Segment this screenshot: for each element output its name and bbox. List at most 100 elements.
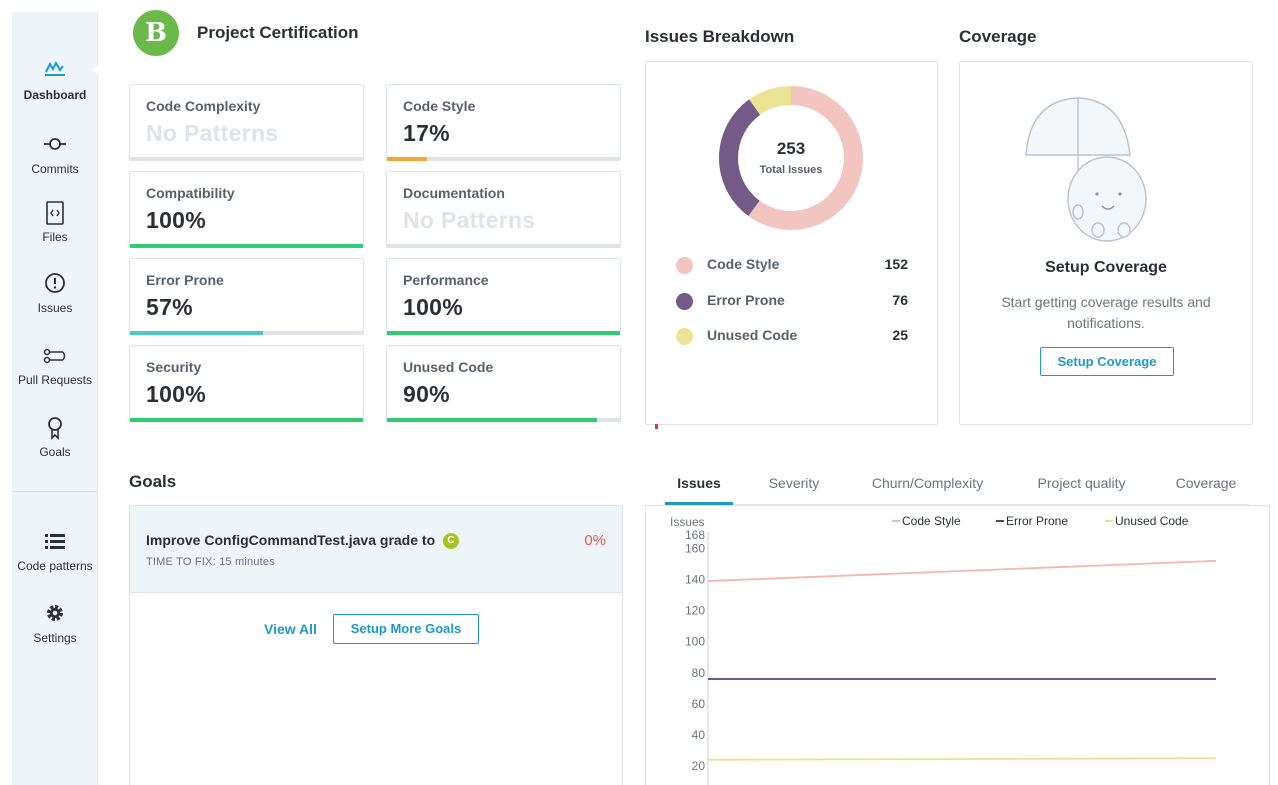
metric-card[interactable]: Compatibility 100%	[129, 171, 364, 248]
dashboard-icon	[45, 60, 65, 76]
setup-coverage-heading: Setup Coverage	[1045, 259, 1167, 276]
tab-coverage[interactable]: Coverage	[1163, 475, 1249, 505]
metric-progress-bar	[387, 157, 620, 161]
issues-line-chart-panel: Issues 20 40 60 80 100 120 140 160 168 Code Style E…	[645, 505, 1270, 785]
metric-card[interactable]: Unused Code 90%	[386, 345, 621, 422]
metric-label: Security	[146, 359, 202, 375]
legend-count: 76	[892, 292, 908, 308]
project-grade-badge: B	[133, 10, 179, 56]
issues-breakdown-title: Issues Breakdown	[645, 27, 795, 46]
legend-dot	[676, 328, 693, 345]
view-all-goals-link[interactable]: View All	[264, 621, 317, 637]
donut-slice-error-prone[interactable]	[719, 99, 761, 217]
sidebar-divider	[12, 491, 98, 492]
metric-progress-bar	[387, 331, 620, 335]
legend-item-code-style: Code Style 152	[676, 254, 908, 278]
sidebar-item-label: Dashboard	[23, 88, 87, 102]
legend-label: Unused Code	[707, 327, 798, 343]
sidebar-item-commits[interactable]: Commits	[12, 132, 98, 176]
metric-card[interactable]: Error Prone 57%	[129, 258, 364, 335]
metric-value: 57%	[146, 294, 193, 320]
setup-more-goals-button[interactable]: Setup More Goals	[333, 614, 479, 644]
commit-icon	[44, 138, 66, 150]
legend-entry-unused-code[interactable]: Unused Code	[1115, 514, 1189, 528]
red-marker	[655, 424, 658, 429]
setup-coverage-button[interactable]: Setup Coverage	[1040, 347, 1174, 376]
y-tick-label: 168	[685, 528, 705, 542]
sidebar-item-label: Issues	[37, 301, 73, 315]
sidebar-item-code-patterns[interactable]: Code patterns	[12, 529, 98, 573]
metric-progress-fill	[130, 244, 363, 248]
legend-count: 25	[892, 327, 908, 343]
coverage-description: Start getting coverage results and notif…	[1001, 294, 1211, 331]
goal-progress: 0%	[584, 532, 606, 549]
sidebar-item-issues[interactable]: Issues	[12, 271, 98, 315]
project-certification-title: Project Certification	[197, 23, 359, 42]
sidebar-item-dashboard[interactable]: Dashboard	[12, 58, 99, 102]
sidebar-item-pull-requests[interactable]: Pull Requests	[12, 343, 98, 387]
goal-ribbon-icon	[48, 417, 62, 440]
goals-panel: Improve ConfigCommandTest.java grade to …	[129, 505, 623, 785]
legend-count: 152	[884, 256, 908, 272]
y-tick-label: 60	[692, 697, 706, 711]
umbrella-illustration-icon	[1025, 97, 1147, 242]
goals-title: Goals	[129, 472, 177, 491]
metric-card[interactable]: Code Style 17%	[386, 84, 621, 161]
metric-value: No Patterns	[403, 207, 536, 233]
goal-item[interactable]: Improve ConfigCommandTest.java grade to …	[130, 506, 622, 593]
metric-card[interactable]: Code Complexity No Patterns	[129, 84, 364, 161]
total-issues-label: Total Issues	[760, 164, 823, 176]
metric-progress-fill	[387, 331, 620, 335]
sidebar-item-label: Code patterns	[17, 559, 93, 573]
sidebar-item-files[interactable]: Files	[12, 200, 98, 244]
metric-progress-bar	[130, 157, 363, 161]
total-issues-count: 253	[777, 139, 805, 158]
file-code-icon	[46, 201, 64, 225]
y-axis-label: Issues	[670, 515, 705, 529]
tab-project-quality[interactable]: Project quality	[1000, 475, 1163, 505]
active-caret	[93, 64, 99, 76]
metric-card[interactable]: Performance 100%	[386, 258, 621, 335]
metric-value: 100%	[403, 294, 464, 320]
sidebar-item-label: Goals	[39, 445, 71, 459]
legend-entry-error-prone[interactable]: Error Prone	[1006, 514, 1068, 528]
goal-grade-badge: C	[443, 533, 460, 550]
metric-progress-bar	[130, 418, 363, 422]
sidebar-item-settings[interactable]: Settings	[12, 601, 98, 645]
metric-label: Compatibility	[146, 185, 235, 201]
metric-value: 100%	[146, 207, 207, 233]
coverage-panel: Setup Coverage Start getting coverage re…	[959, 61, 1253, 425]
coverage-title: Coverage	[959, 27, 1037, 46]
metric-label: Code Style	[403, 98, 476, 114]
tab-severity[interactable]: Severity	[733, 475, 855, 505]
legend-label: Error Prone	[707, 292, 785, 308]
tab-issues[interactable]: Issues	[665, 475, 733, 505]
gear-icon	[47, 605, 63, 621]
metric-progress-bar	[130, 244, 363, 248]
y-tick-label: 20	[692, 759, 706, 773]
pull-request-icon	[43, 348, 66, 364]
tab-churn-complexity[interactable]: Churn/Complexity	[855, 475, 1000, 505]
y-tick-label: 140	[685, 573, 705, 587]
metric-label: Unused Code	[403, 359, 494, 375]
goal-title-text: Improve ConfigCommandTest.java grade to	[146, 532, 436, 548]
sidebar-item-label: Files	[42, 230, 68, 244]
metric-card[interactable]: Documentation No Patterns	[386, 171, 621, 248]
y-tick-label: 160	[685, 541, 705, 555]
metric-progress-fill	[387, 157, 427, 161]
legend-label: Code Style	[707, 256, 780, 272]
sidebar: Dashboard Commits Files Issues Pull Requ…	[12, 12, 99, 785]
y-tick-label: 80	[692, 666, 706, 680]
sidebar-item-label: Pull Requests	[17, 373, 93, 387]
legend-entry-code-style[interactable]: Code Style	[902, 514, 961, 528]
metric-card[interactable]: Security 100%	[129, 345, 364, 422]
metric-value: 17%	[403, 120, 450, 146]
metric-progress-bar	[130, 331, 363, 335]
metric-label: Code Complexity	[146, 98, 261, 114]
legend-dot	[676, 257, 693, 274]
goal-title: Improve ConfigCommandTest.java grade to …	[146, 532, 460, 550]
series-line-code-style	[707, 559, 1217, 582]
y-tick-label: 40	[692, 728, 706, 742]
sidebar-item-goals[interactable]: Goals	[12, 415, 98, 459]
goal-time-to-fix: TIME TO FIX: 15 minutes	[146, 556, 275, 568]
